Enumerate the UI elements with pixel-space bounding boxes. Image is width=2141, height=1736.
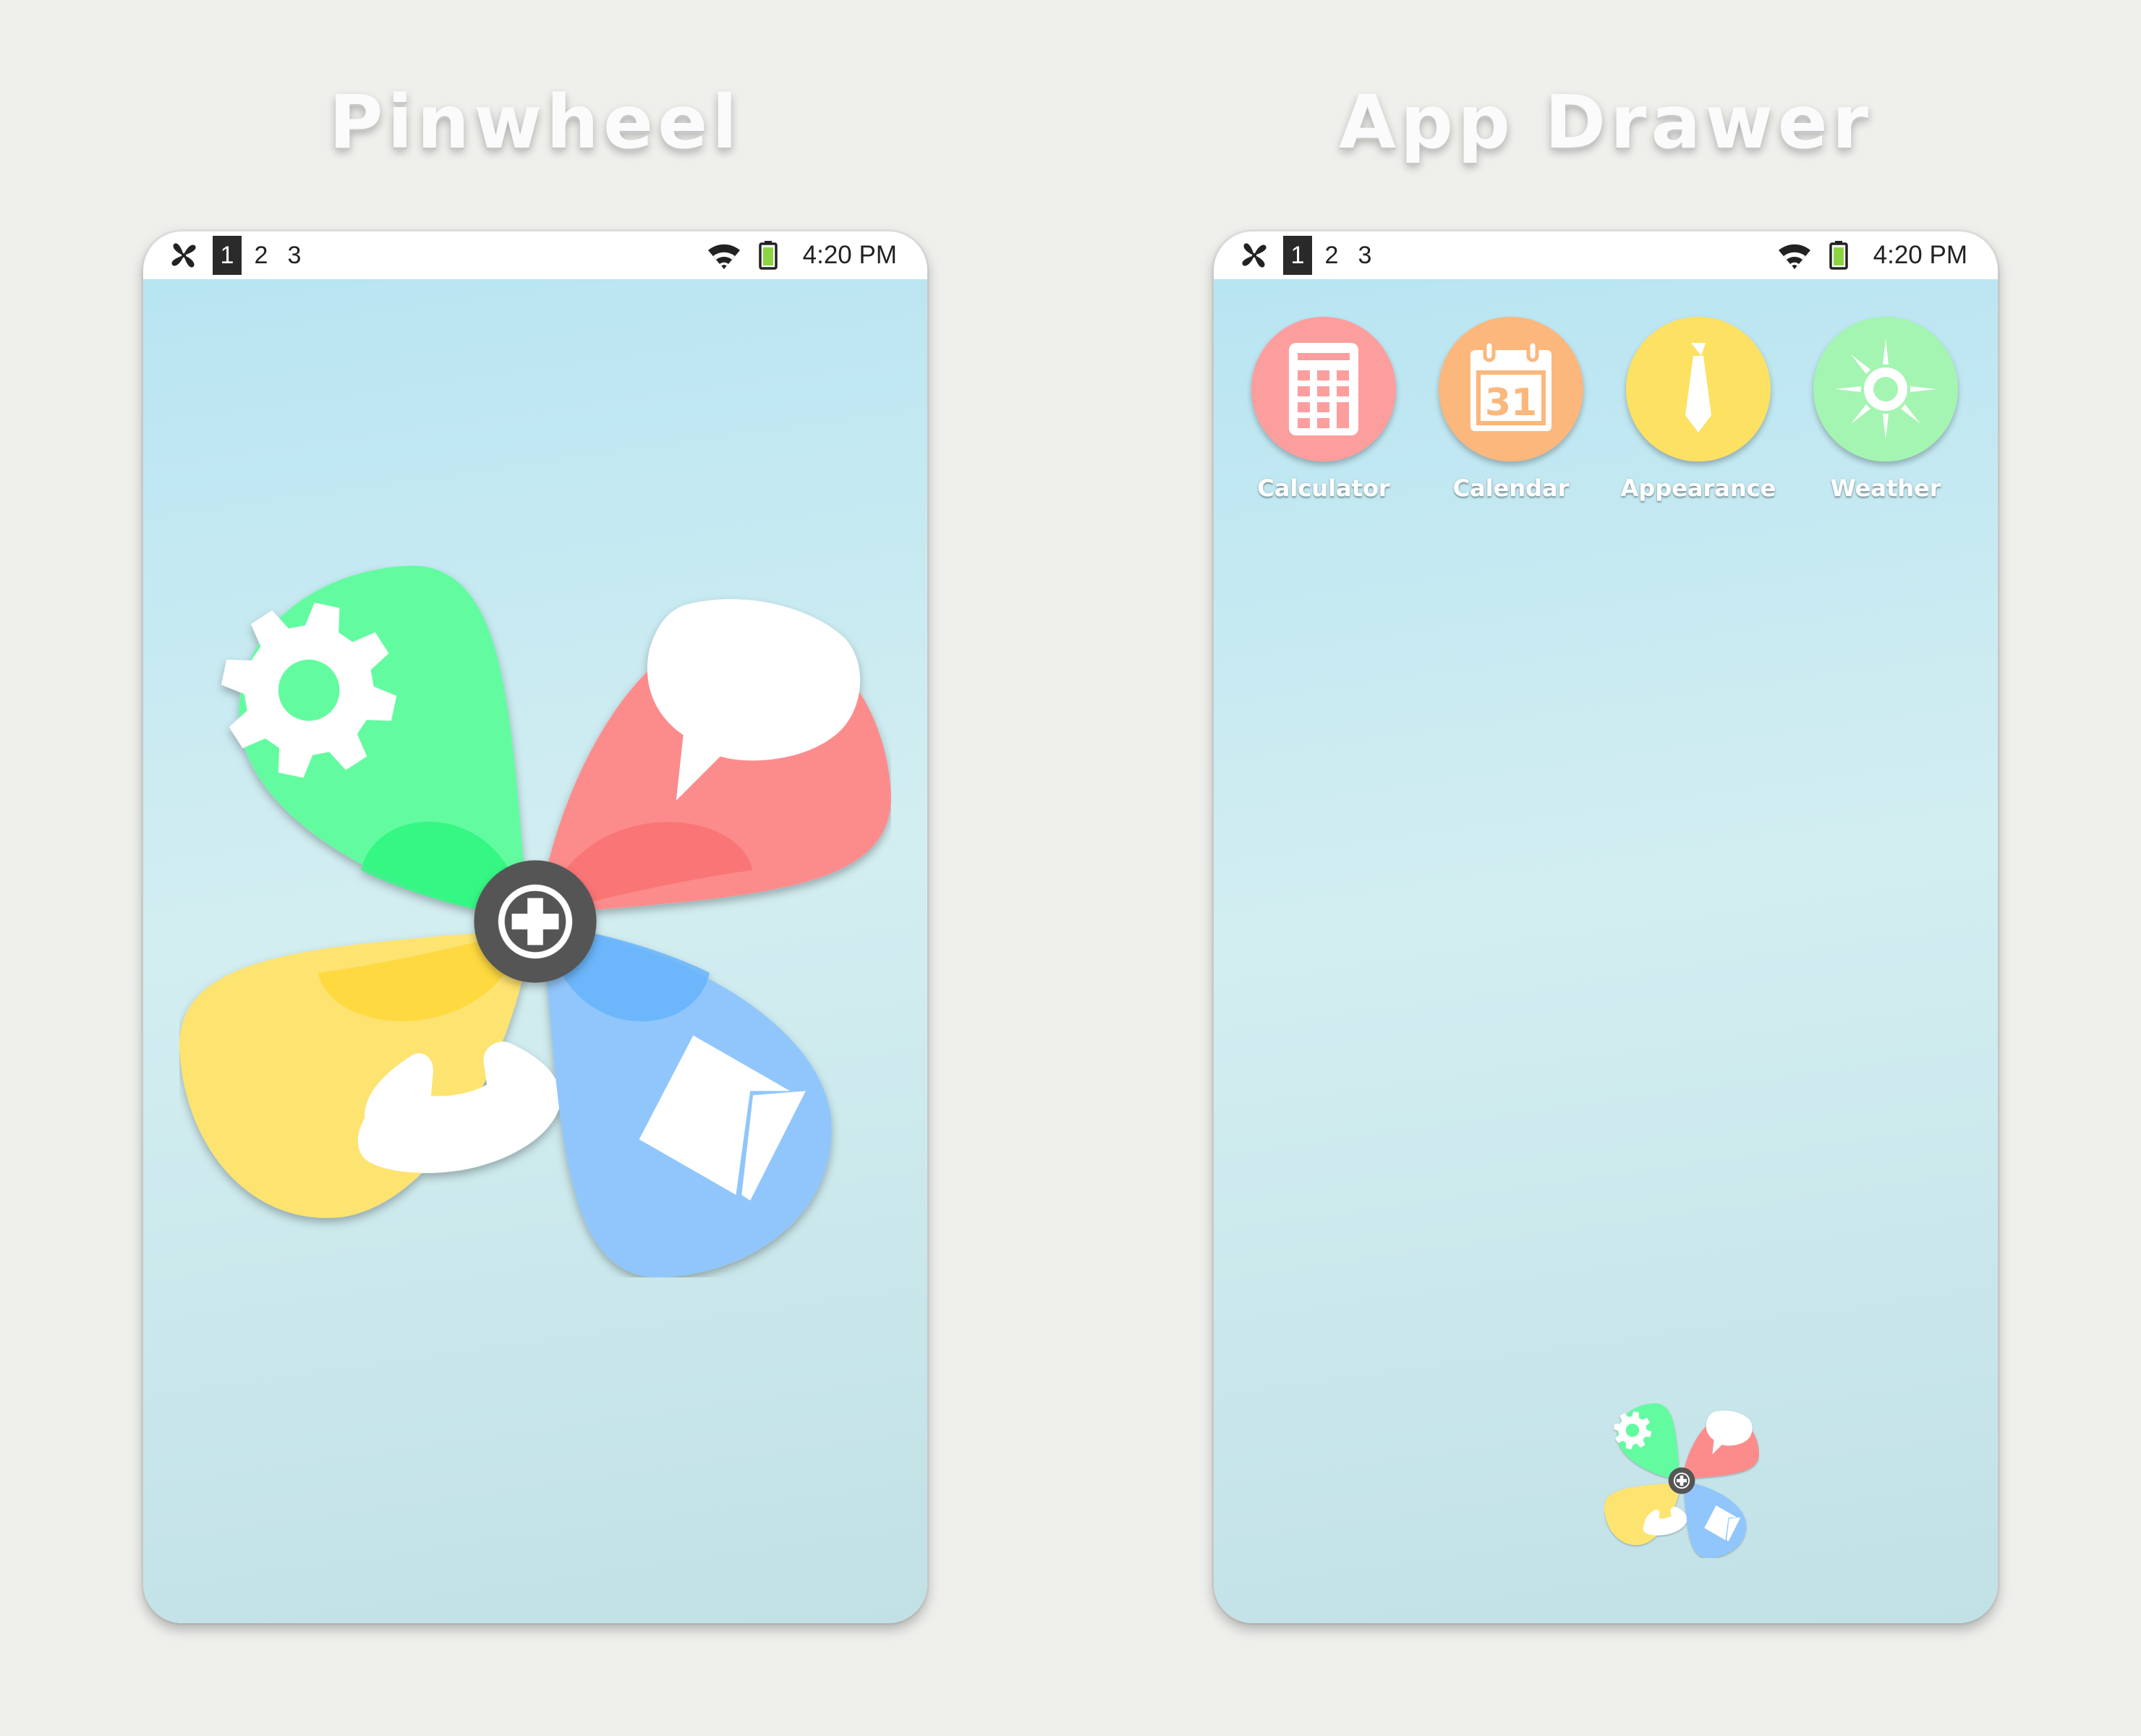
calculator-icon xyxy=(1289,343,1358,435)
petal-messages[interactable] xyxy=(538,599,891,915)
app-calendar[interactable]: 31 Calendar xyxy=(1424,317,1598,534)
calendar-icon: 31 xyxy=(1470,339,1552,431)
workspace-1-button[interactable]: 1 xyxy=(213,236,242,275)
workspace-2-button[interactable]: 2 xyxy=(249,236,273,275)
pinwheel-screen: 1 2 3 4:20 PM xyxy=(143,231,927,1623)
status-bar: 1 2 3 4:20 PM xyxy=(1214,231,1998,279)
workspace-3-button[interactable]: 3 xyxy=(282,236,307,275)
clock: 4:20 PM xyxy=(1873,241,1967,269)
app-label: Appearance xyxy=(1620,475,1776,502)
pinwheel-logo-icon[interactable] xyxy=(1240,241,1269,270)
sun-icon xyxy=(1835,339,1936,440)
petal-messages xyxy=(1682,1410,1759,1479)
petal-mail xyxy=(1683,1481,1747,1558)
svg-text:31: 31 xyxy=(1485,381,1537,425)
petal-mail[interactable] xyxy=(542,924,832,1277)
pinwheel-logo-icon[interactable] xyxy=(169,241,198,270)
workspace-1-button[interactable]: 1 xyxy=(1283,236,1312,275)
petal-settings xyxy=(1613,1403,1680,1480)
app-calculator[interactable]: Calculator xyxy=(1237,317,1410,534)
pinwheel-button[interactable] xyxy=(1604,1403,1759,1558)
app-appearance[interactable]: Appearance xyxy=(1612,317,1785,534)
clock: 4:20 PM xyxy=(802,241,897,269)
add-button[interactable] xyxy=(474,860,597,983)
app-label: Calculator xyxy=(1257,475,1390,502)
status-bar: 1 2 3 4:20 PM xyxy=(143,231,927,279)
app-label: Calendar xyxy=(1452,475,1570,502)
pinwheel-menu xyxy=(179,566,891,1277)
workspace-3-button[interactable]: 3 xyxy=(1353,236,1377,275)
wifi-icon xyxy=(706,240,742,271)
battery-icon xyxy=(1829,241,1848,270)
app-drawer-screen: 1 2 3 4:20 PM Calculator 31 Calendar App… xyxy=(1214,231,1998,1623)
petal-settings[interactable] xyxy=(206,566,529,919)
app-drawer-title: App Drawer xyxy=(1339,80,1873,166)
pinwheel-title: Pinwheel xyxy=(328,80,742,166)
workspace-2-button[interactable]: 2 xyxy=(1319,236,1344,275)
app-weather[interactable]: Weather xyxy=(1799,317,1972,534)
wifi-icon xyxy=(1776,240,1813,271)
tie-icon xyxy=(1685,343,1711,433)
battery-icon xyxy=(759,241,778,270)
app-label: Weather xyxy=(1830,475,1941,502)
